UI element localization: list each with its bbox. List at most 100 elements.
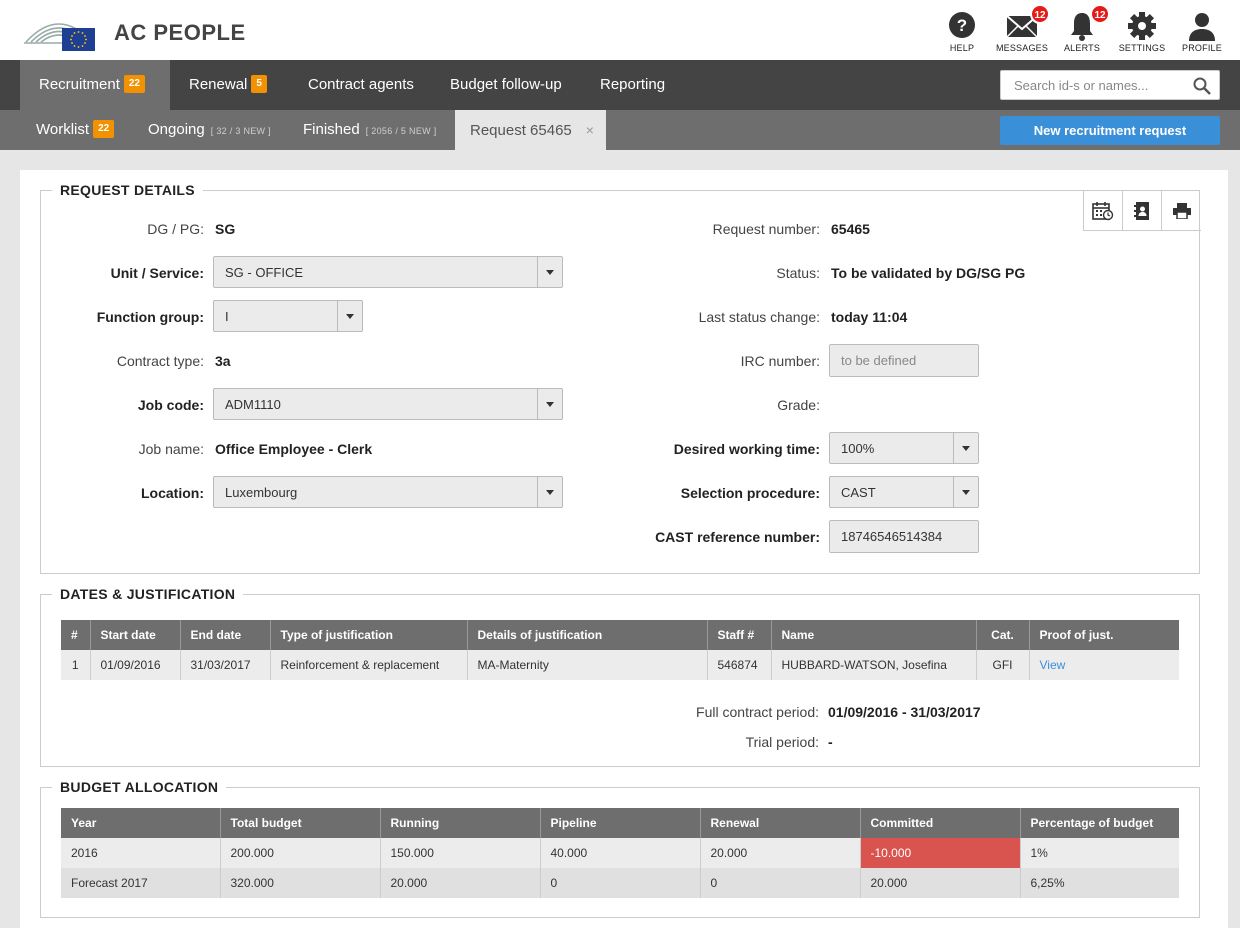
app-title: AC PEOPLE [114, 20, 246, 45]
alerts-label: ALERTS [1063, 43, 1101, 53]
table-row: Forecast 2017 320.000 20.000 0 0 20.000 … [61, 868, 1179, 898]
contacts-button[interactable] [1123, 191, 1162, 230]
job-code-value: ADM1110 [225, 397, 281, 412]
chevron-down-icon [953, 477, 978, 507]
selection-procedure-select[interactable]: CAST [829, 476, 979, 508]
column-header: End date [180, 620, 271, 650]
new-recruitment-request-button[interactable]: New recruitment request [1000, 116, 1220, 145]
search-icon[interactable] [1193, 77, 1211, 95]
dg-pg-value: SG [215, 221, 236, 237]
irc-number-label: IRC number: [740, 353, 820, 369]
help-button[interactable]: ? HELP [932, 10, 992, 58]
profile-button[interactable]: PROFILE [1172, 10, 1232, 58]
column-header: Total budget [220, 808, 381, 838]
tab-worklist[interactable]: Worklist 22 [36, 110, 115, 150]
tab-request-65465[interactable]: Request 65465 × [455, 110, 606, 150]
print-button[interactable] [1162, 191, 1201, 230]
tab-worklist-label: Worklist [36, 121, 90, 138]
table-cell: 20.000 [860, 868, 1021, 898]
job-code-label: Job code: [137, 397, 204, 413]
column-header: # [61, 620, 91, 650]
budget-table: Year Total budget Running Pipeline Renew… [61, 808, 1179, 898]
desired-working-time-value: 100% [841, 441, 875, 456]
column-header: Name [771, 620, 977, 650]
irc-number-field[interactable]: to be defined [829, 344, 979, 377]
column-header: Running [380, 808, 541, 838]
table-cell: 546874 [707, 650, 772, 680]
table-cell: GFI [976, 650, 1030, 680]
alerts-button[interactable]: 12 ALERTS [1052, 4, 1112, 58]
table-cell: 200.000 [220, 838, 381, 868]
unit-service-label: Unit / Service: [110, 265, 204, 281]
help-icon: ? [946, 10, 978, 42]
location-label: Location: [141, 485, 204, 501]
content-panel: REQUEST DETAILS DG / PG: SG Unit / Servi… [20, 170, 1228, 928]
function-group-select[interactable]: I [213, 300, 363, 332]
request-details-title: REQUEST DETAILS [52, 182, 203, 198]
request-number-label: Request number: [712, 221, 820, 237]
column-header: Percentage of budget [1020, 808, 1179, 838]
table-cell: View [1029, 650, 1179, 680]
table-row: 2016 200.000 150.000 40.000 20.000 -10.0… [61, 838, 1179, 868]
tab-finished[interactable]: Finished [ 2056 / 5 NEW ] [303, 110, 437, 150]
column-header: Cat. [976, 620, 1030, 650]
table-cell: 150.000 [380, 838, 541, 868]
column-header: Renewal [700, 808, 861, 838]
close-icon[interactable]: × [586, 122, 594, 138]
job-code-select[interactable]: ADM1110 [213, 388, 563, 420]
chevron-down-icon [537, 389, 562, 419]
nav-renewal-label: Renewal [189, 76, 248, 93]
cast-reference-label: CAST reference number: [655, 529, 820, 545]
column-header: Committed [860, 808, 1021, 838]
table-cell: HUBBARD-WATSON, Josefina [771, 650, 977, 680]
trial-period-value: - [828, 734, 833, 750]
table-cell: 20.000 [380, 868, 541, 898]
budget-allocation-section: BUDGET ALLOCATION Year Total budget Runn… [40, 779, 1200, 918]
app-header: AC PEOPLE ? HELP 12 MESSAGES 12 ALERTS S… [0, 0, 1240, 60]
column-header: Details of justification [467, 620, 708, 650]
tab-ongoing[interactable]: Ongoing [ 32 / 3 NEW ] [148, 110, 271, 150]
cast-reference-field[interactable]: 18746546514384 [829, 520, 979, 553]
messages-button[interactable]: 12 MESSAGES [992, 4, 1052, 58]
nav-contract-agents[interactable]: Contract agents [308, 60, 414, 110]
table-cell: 31/03/2017 [180, 650, 271, 680]
table-cell: 0 [700, 868, 861, 898]
chevron-down-icon [953, 433, 978, 463]
table-cell: 2016 [61, 838, 221, 868]
table-header-row: # Start date End date Type of justificat… [61, 620, 1179, 650]
dg-pg-label: DG / PG: [147, 221, 204, 237]
desired-working-time-select[interactable]: 100% [829, 432, 979, 464]
contact-book-icon [1134, 201, 1149, 220]
nav-recruitment[interactable]: Recruitment 22 [20, 60, 170, 110]
unit-service-select[interactable]: SG - OFFICE [213, 256, 563, 288]
status-value: To be validated by DG/SG PG [831, 265, 1026, 281]
profile-icon [1186, 10, 1218, 42]
search-input[interactable] [1000, 70, 1220, 100]
request-details-section: REQUEST DETAILS DG / PG: SG Unit / Servi… [40, 182, 1201, 574]
nav-renewal[interactable]: Renewal 5 [189, 60, 267, 110]
full-contract-period-label: Full contract period: [696, 704, 819, 720]
location-select[interactable]: Luxembourg [213, 476, 563, 508]
function-group-label: Function group: [96, 309, 204, 325]
column-header: Pipeline [540, 808, 701, 838]
profile-label: PROFILE [1182, 43, 1222, 53]
tab-request-label: Request 65465 [470, 122, 572, 139]
table-cell: Reinforcement & replacement [270, 650, 468, 680]
nav-recruitment-label: Recruitment [39, 76, 120, 93]
view-proof-link[interactable]: View [1040, 658, 1066, 672]
status-label: Status: [776, 265, 820, 281]
calendar-icon [1092, 201, 1114, 220]
settings-button[interactable]: SETTINGS [1112, 10, 1172, 58]
budget-allocation-title: BUDGET ALLOCATION [52, 779, 227, 795]
tab-finished-count: [ 2056 / 5 NEW ] [365, 126, 437, 136]
contract-type-value: 3a [215, 353, 231, 369]
contract-type-label: Contract type: [116, 353, 204, 369]
nav-budget-follow-up[interactable]: Budget follow-up [450, 60, 562, 110]
tab-ongoing-label: Ongoing [148, 121, 205, 138]
column-header: Staff # [707, 620, 772, 650]
alerts-icon: 12 [1066, 4, 1110, 42]
calendar-button[interactable] [1084, 191, 1123, 230]
nav-reporting[interactable]: Reporting [600, 60, 665, 110]
messages-badge: 12 [1030, 4, 1050, 24]
last-status-change-label: Last status change: [698, 309, 820, 325]
